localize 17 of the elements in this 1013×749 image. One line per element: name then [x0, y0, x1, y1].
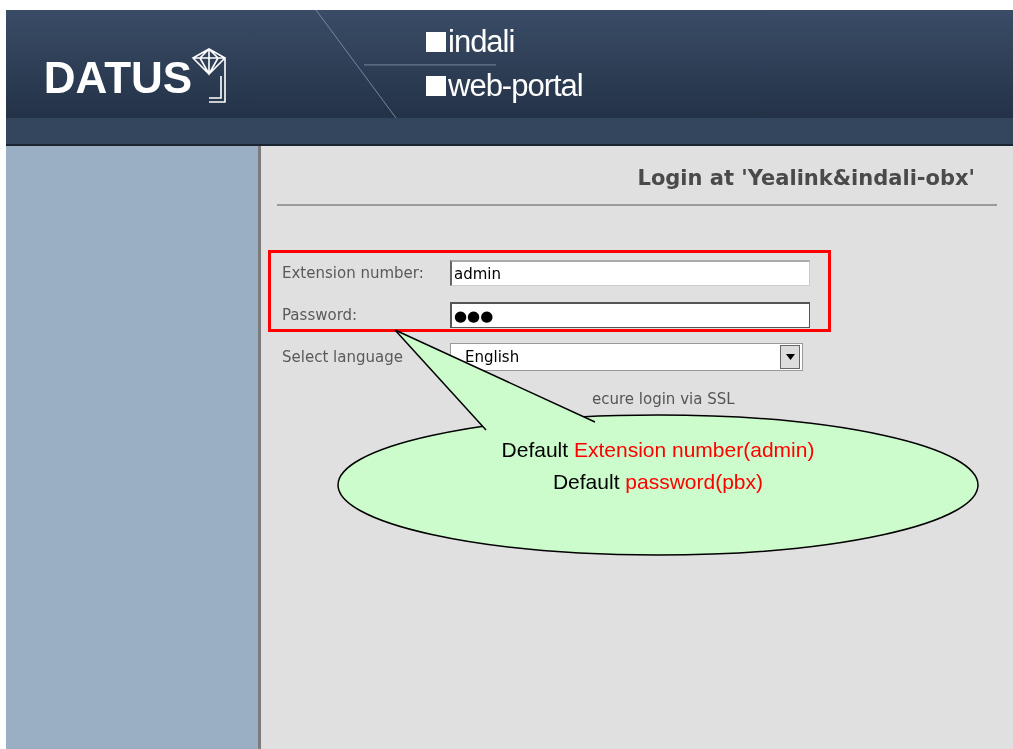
square-icon: [426, 76, 446, 96]
portal-name: web-portal: [448, 69, 583, 103]
logo-text: DATUS: [43, 56, 193, 100]
language-dropdown[interactable]: English: [450, 343, 803, 371]
diamond-logo-icon: [190, 46, 229, 104]
field-label: Extension number:: [282, 264, 425, 282]
caret-icon: [785, 354, 795, 360]
field-label: Password:: [282, 306, 359, 324]
input-field[interactable]: admin: [450, 260, 810, 286]
login-title: Login at 'Yealink&indali-obx': [636, 166, 976, 190]
square-icon: [426, 32, 446, 52]
callout-text: Default Extension number(admin): [501, 438, 815, 462]
field-label: Select language: [282, 348, 404, 366]
input-field[interactable]: ●●●: [450, 302, 810, 328]
callout-text: Default password(pbx): [552, 470, 764, 494]
ssl-label: ecure login via SSL: [592, 390, 735, 408]
product-name: indali: [448, 25, 515, 59]
